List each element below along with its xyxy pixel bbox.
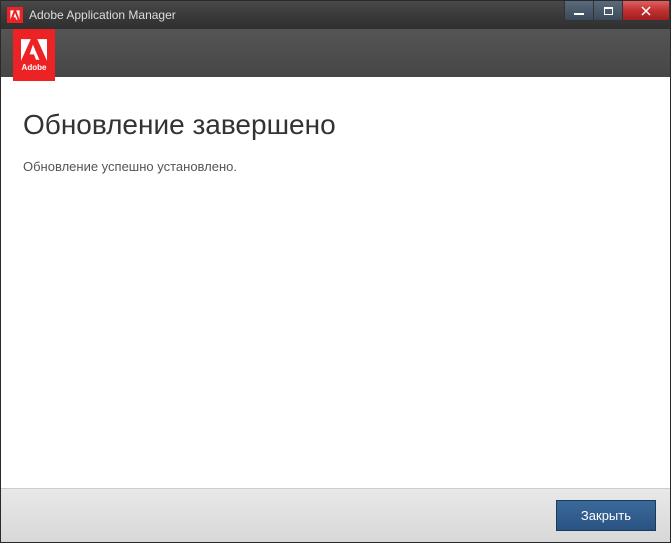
content-area: Обновление завершено Обновление успешно … [1,77,670,488]
footer-bar: Закрыть [1,488,670,542]
app-window: Adobe Application Manager Adobe Обновлен… [0,0,671,543]
header-bar: Adobe [1,29,670,77]
close-button[interactable]: Закрыть [556,500,656,531]
titlebar[interactable]: Adobe Application Manager [1,1,670,29]
app-icon [7,7,23,23]
status-message: Обновление успешно установлено. [23,159,648,174]
adobe-logo-text: Adobe [22,63,47,72]
page-title: Обновление завершено [23,109,648,141]
titlebar-title: Adobe Application Manager [29,8,565,22]
maximize-button[interactable] [593,1,623,21]
window-controls [565,1,670,21]
minimize-button[interactable] [564,1,594,21]
window-close-button[interactable] [622,1,670,21]
adobe-logo: Adobe [13,29,55,81]
